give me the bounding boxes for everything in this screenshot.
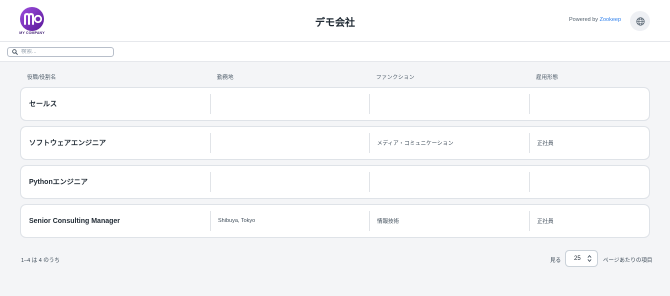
row-employment — [529, 88, 537, 120]
table-row[interactable]: Pythonエンジニア — [20, 165, 650, 199]
row-function — [369, 88, 377, 120]
row-location — [210, 127, 218, 159]
row-role: セールス — [29, 101, 57, 108]
row-employment: 正社員 — [537, 219, 554, 225]
row-function: 情報技術 — [377, 219, 400, 225]
powered-brand-link[interactable]: Zookeep — [600, 17, 621, 23]
spinner-arrows-icon[interactable] — [587, 254, 592, 263]
table-row[interactable]: ソフトウェアエンジニア メディア・コミュニケーション 正社員 — [20, 126, 650, 160]
table-row[interactable]: Senior Consulting Manager Shibuya, Tokyo… — [20, 204, 650, 238]
per-page-label: ページあたりの項目 — [603, 258, 653, 264]
row-function: メディア・コミュニケーション — [377, 141, 454, 147]
row-role: Pythonエンジニア — [29, 179, 88, 186]
logo-text: MY COMPANY — [19, 31, 45, 35]
top-header: MY COMPANY デモ会社 Powered by Zookeep — [0, 0, 670, 42]
per-page-value: 25 — [574, 255, 581, 262]
table-header: 役職/役割名 勤務地 ファンクション 雇用形態 — [0, 72, 670, 82]
language-button[interactable] — [630, 11, 650, 31]
row-employment: 正社員 — [537, 141, 554, 147]
search-field[interactable] — [7, 47, 114, 57]
show-label: 見る — [550, 258, 562, 264]
column-header-role[interactable]: 役職/役割名 — [27, 73, 56, 81]
table-row[interactable]: セールス — [20, 87, 650, 121]
column-header-function[interactable]: ファンクション — [376, 73, 415, 81]
powered-by: Powered by Zookeep — [569, 17, 621, 23]
row-employment — [529, 166, 537, 198]
globe-icon — [635, 16, 645, 26]
row-location — [210, 166, 218, 198]
search-icon — [12, 49, 18, 55]
row-role: ソフトウェアエンジニア — [29, 140, 106, 147]
row-role: Senior Consulting Manager — [29, 217, 121, 225]
row-function — [369, 166, 377, 198]
column-header-location[interactable]: 勤務地 — [217, 73, 234, 81]
row-location — [210, 88, 218, 120]
row-location: Shibuya, Tokyo — [218, 218, 256, 224]
column-header-employment[interactable]: 雇用形態 — [536, 73, 558, 81]
pagination-count: 1–4 は 4 のうち — [21, 258, 60, 264]
items-per-page-select[interactable]: 25 — [565, 250, 598, 267]
powered-prefix: Powered by — [569, 17, 600, 23]
search-input[interactable] — [21, 49, 111, 55]
